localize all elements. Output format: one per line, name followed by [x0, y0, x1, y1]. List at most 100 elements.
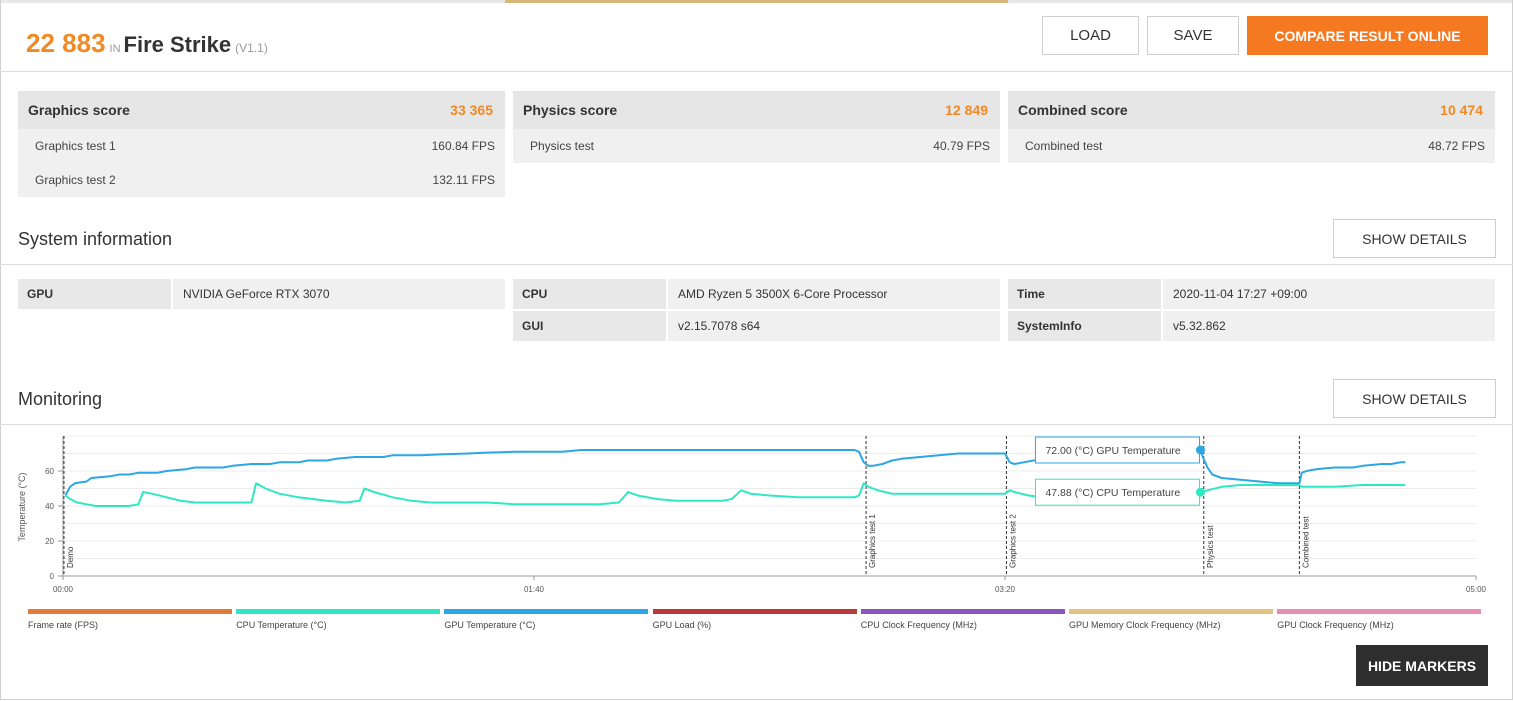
legend-label: GPU Clock Frequency (MHz) — [1277, 620, 1394, 630]
legend-color-bar — [236, 609, 441, 614]
hide-markers-button[interactable]: HIDE MARKERS — [1356, 645, 1488, 686]
marker-label: Physics test — [1206, 525, 1215, 568]
legend-color-bar — [444, 609, 649, 614]
graphics-score-label: Graphics score — [28, 102, 130, 118]
test-name: Physics test — [530, 139, 595, 153]
x-tick-label: 05:00 — [1466, 585, 1487, 594]
y-tick-label: 0 — [50, 572, 55, 581]
info-key: GPU — [18, 279, 171, 309]
legend-color-bar — [860, 609, 1065, 614]
legend-label: GPU Memory Clock Frequency (MHz) — [1069, 620, 1221, 630]
tooltip-text: 47.88 (°C) CPU Temperature — [1045, 487, 1180, 499]
legend-item[interactable]: CPU Temperature (°C) — [236, 609, 441, 630]
legend-item[interactable]: GPU Temperature (°C) — [444, 609, 649, 630]
tooltip-dot — [1195, 487, 1205, 497]
result-title: 22 883 IN Fire Strike (V1.1) — [26, 28, 268, 59]
test-name: Combined test — [1025, 139, 1103, 153]
test-name: Graphics test 2 — [35, 173, 116, 187]
graphics-test-1-row: Graphics test 1 160.84 FPS — [18, 129, 505, 163]
graphics-score-panel: Graphics score 33 365 Graphics test 1 16… — [18, 91, 505, 197]
info-row-time: Time 2020-11-04 17:27 +09:00 — [1008, 279, 1495, 309]
x-tick-label: 03:20 — [995, 585, 1016, 594]
info-key: SystemInfo — [1008, 311, 1161, 341]
legend-label: CPU Temperature (°C) — [236, 620, 327, 630]
graphics-test-2-row: Graphics test 2 132.11 FPS — [18, 163, 505, 197]
system-info-column-cpu: CPU AMD Ryzen 5 3500X 6-Core Processor G… — [513, 279, 1000, 343]
y-axis-label: Temperature (°C) — [17, 472, 27, 541]
legend-item[interactable]: Frame rate (FPS) — [28, 609, 232, 630]
chart-lines — [64, 449, 1406, 507]
physics-test-row: Physics test 40.79 FPS — [513, 129, 1000, 163]
y-tick-label: 60 — [45, 467, 54, 476]
monitoring-title: Monitoring — [18, 389, 103, 409]
test-name: Graphics test 1 — [35, 139, 116, 153]
combined-score-panel: Combined score 10 474 Combined test 48.7… — [1008, 91, 1495, 163]
info-value: 2020-11-04 17:27 +09:00 — [1163, 279, 1495, 309]
marker-label: Combined test — [1301, 516, 1310, 568]
monitoring-divider — [0, 424, 1513, 425]
marker-label: Graphics test 2 — [1008, 514, 1017, 568]
marker-label: Demo — [66, 546, 75, 568]
graphics-score-value: 33 365 — [450, 102, 493, 118]
legend-label: Frame rate (FPS) — [28, 620, 99, 630]
combined-score-value: 10 474 — [1440, 102, 1483, 118]
legend-label: GPU Load (%) — [652, 620, 712, 630]
x-tick-label: 00:00 — [53, 585, 74, 594]
info-value: NVIDIA GeForce RTX 3070 — [173, 279, 505, 309]
info-value: v5.32.862 — [1163, 311, 1495, 341]
chart-grid — [63, 435, 1476, 577]
test-fps: 160.84 FPS — [431, 139, 495, 153]
monitoring-show-details-button[interactable]: SHOW DETAILS — [1333, 379, 1496, 418]
physics-score-header: Physics score 12 849 — [513, 91, 1000, 129]
system-show-details-button[interactable]: SHOW DETAILS — [1333, 219, 1496, 258]
info-row-cpu: CPU AMD Ryzen 5 3500X 6-Core Processor — [513, 279, 1000, 309]
legend-item[interactable]: CPU Clock Frequency (MHz) — [860, 609, 1065, 630]
legend-item[interactable]: GPU Clock Frequency (MHz) — [1277, 609, 1482, 630]
compare-result-online-button[interactable]: COMPARE RESULT ONLINE — [1247, 16, 1488, 55]
system-info-column-time: Time 2020-11-04 17:27 +09:00 SystemInfo … — [1008, 279, 1495, 343]
test-fps: 132.11 FPS — [432, 173, 495, 187]
chart-axes: 0 20 40 60 00:00 01:40 03:20 05:00 — [45, 436, 1487, 594]
tooltip-text: 72.00 (°C) GPU Temperature — [1045, 445, 1180, 457]
in-label: IN — [109, 43, 121, 55]
x-tick-label: 01:40 — [524, 585, 545, 594]
physics-score-panel: Physics score 12 849 Physics test 40.79 … — [513, 91, 1000, 163]
legend-item[interactable]: GPU Load (%) — [652, 609, 857, 630]
legend-item[interactable]: GPU Memory Clock Frequency (MHz) — [1069, 609, 1273, 630]
save-button[interactable]: SAVE — [1147, 16, 1239, 55]
test-fps: 48.72 FPS — [1428, 139, 1485, 153]
info-key: Time — [1008, 279, 1161, 309]
tooltip-dot — [1195, 445, 1205, 455]
system-information-title: System information — [18, 229, 173, 249]
graphics-score-header: Graphics score 33 365 — [18, 91, 505, 129]
benchmark-name: Fire Strike — [123, 32, 232, 57]
info-key: CPU — [513, 279, 666, 309]
overall-score: 22 883 — [26, 28, 106, 58]
system-info-column-gpu: GPU NVIDIA GeForce RTX 3070 — [18, 279, 505, 311]
marker-label: Graphics test 1 — [868, 514, 877, 568]
info-row-gpu: GPU NVIDIA GeForce RTX 3070 — [18, 279, 505, 309]
load-button[interactable]: LOAD — [1042, 16, 1139, 55]
combined-score-header: Combined score 10 474 — [1008, 91, 1495, 129]
info-value: AMD Ryzen 5 3500X 6-Core Processor — [668, 279, 1000, 309]
physics-score-value: 12 849 — [945, 102, 988, 118]
header-divider — [0, 71, 1513, 72]
info-value: v2.15.7078 s64 — [668, 311, 1000, 341]
legend-color-bar — [28, 609, 232, 614]
test-fps: 40.79 FPS — [933, 139, 990, 153]
system-info-divider — [0, 264, 1513, 265]
physics-score-label: Physics score — [523, 102, 618, 118]
benchmark-version: (V1.1) — [235, 41, 268, 55]
legend-label: CPU Clock Frequency (MHz) — [860, 620, 977, 630]
y-tick-label: 40 — [45, 502, 54, 511]
info-row-gui: GUI v2.15.7078 s64 — [513, 311, 1000, 341]
combined-test-row: Combined test 48.72 FPS — [1008, 129, 1495, 163]
info-key: GUI — [513, 311, 666, 341]
legend-color-bar — [1277, 609, 1482, 614]
temperature-chart[interactable]: Temperature (°C) Demo Graphics test 1 Grap… — [0, 430, 1513, 600]
legend-label: GPU Temperature (°C) — [444, 620, 536, 630]
info-row-systeminfo: SystemInfo v5.32.862 — [1008, 311, 1495, 341]
legend-color-bar — [652, 609, 857, 614]
legend-color-bar — [1069, 609, 1273, 614]
y-tick-label: 20 — [45, 537, 54, 546]
